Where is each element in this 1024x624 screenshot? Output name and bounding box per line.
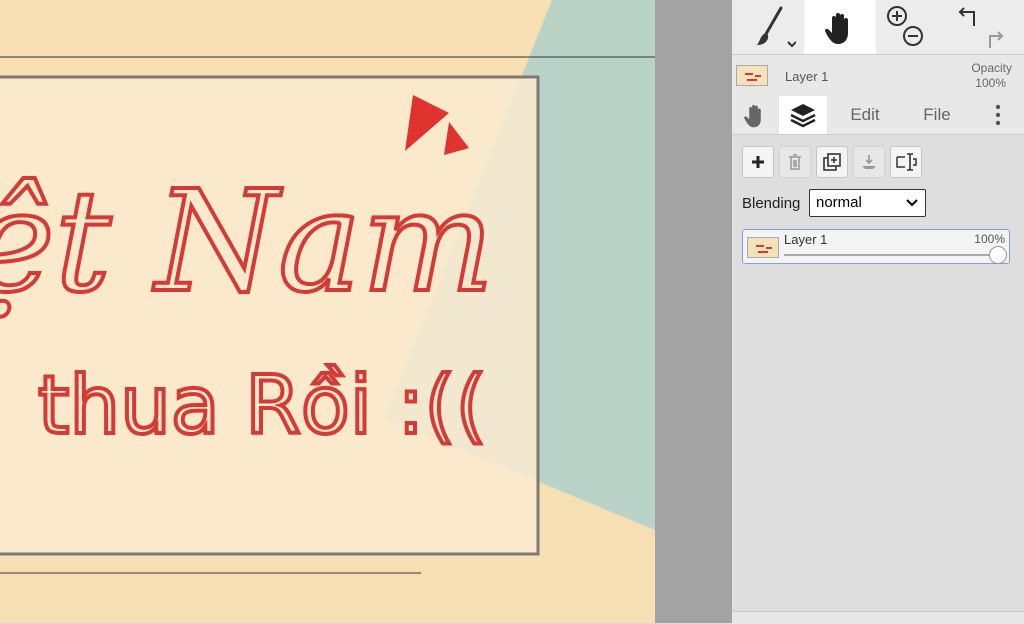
- hand-icon: [824, 13, 848, 44]
- merge-down-icon: [862, 155, 876, 169]
- plus-icon: [752, 156, 764, 168]
- layers-icon: [790, 104, 816, 128]
- duplicate-layer-button[interactable]: [816, 146, 848, 178]
- workspace-gutter: [655, 0, 733, 623]
- brush-tool-button[interactable]: [742, 0, 802, 54]
- blending-selected-value: normal: [816, 194, 862, 211]
- undo-redo-buttons: [954, 0, 1014, 54]
- blending-select[interactable]: normal: [809, 189, 926, 217]
- more-vert-icon: [995, 104, 1001, 126]
- layer-thumbnail: [747, 237, 779, 258]
- side-panel: Layer 1 Opacity 100% Edit File Blending …: [732, 0, 1024, 624]
- layer-opacity-slider[interactable]: [784, 246, 1007, 264]
- undo-icon[interactable]: [958, 7, 975, 26]
- merge-down-button[interactable]: [853, 146, 885, 178]
- tab-more[interactable]: [987, 96, 1009, 134]
- main-toolbar: [732, 0, 1024, 54]
- rename-layer-button[interactable]: [890, 146, 922, 178]
- duplicate-icon: [823, 153, 841, 171]
- zoom-buttons: [882, 0, 928, 54]
- opacity-value: 100%: [975, 76, 1006, 90]
- drawing-canvas[interactable]: ệt Nam thua Rồi :((: [0, 0, 655, 623]
- current-layer-name: Layer 1: [785, 69, 829, 84]
- trash-icon: [789, 154, 801, 170]
- tab-file[interactable]: File: [910, 96, 964, 134]
- artwork: ệt Nam thua Rồi :((: [0, 0, 655, 623]
- rename-icon: [896, 153, 917, 171]
- current-layer-header[interactable]: Layer 1 Opacity 100%: [732, 54, 1024, 97]
- add-layer-button[interactable]: [742, 146, 774, 178]
- tab-layers[interactable]: [779, 96, 827, 134]
- chevron-down-icon: [906, 199, 918, 207]
- layer-opacity-value: 100%: [974, 232, 1005, 246]
- canvas-text-line1: ệt Nam: [0, 161, 494, 324]
- zoom-out-icon[interactable]: [903, 26, 923, 46]
- panel-tabs: Edit File: [732, 96, 1024, 135]
- layer-thumbnail: [736, 65, 768, 86]
- blending-label: Blending: [742, 195, 801, 212]
- opacity-label: Opacity: [971, 61, 1012, 75]
- redo-icon[interactable]: [989, 31, 1004, 48]
- hand-tool-button[interactable]: [804, 0, 876, 54]
- layer-list-item[interactable]: Layer 1 100%: [742, 229, 1010, 264]
- tab-edit[interactable]: Edit: [836, 96, 894, 134]
- canvas-text-line2: thua Rồi :((: [38, 359, 487, 452]
- status-bar: [732, 611, 1024, 624]
- hand-icon: [744, 104, 761, 128]
- layer-name: Layer 1: [784, 232, 828, 247]
- tab-hand[interactable]: [734, 96, 776, 134]
- zoom-in-icon[interactable]: [887, 6, 907, 26]
- brush-icon: [757, 6, 796, 48]
- delete-layer-button[interactable]: [779, 146, 811, 178]
- slider-handle[interactable]: [989, 246, 1007, 264]
